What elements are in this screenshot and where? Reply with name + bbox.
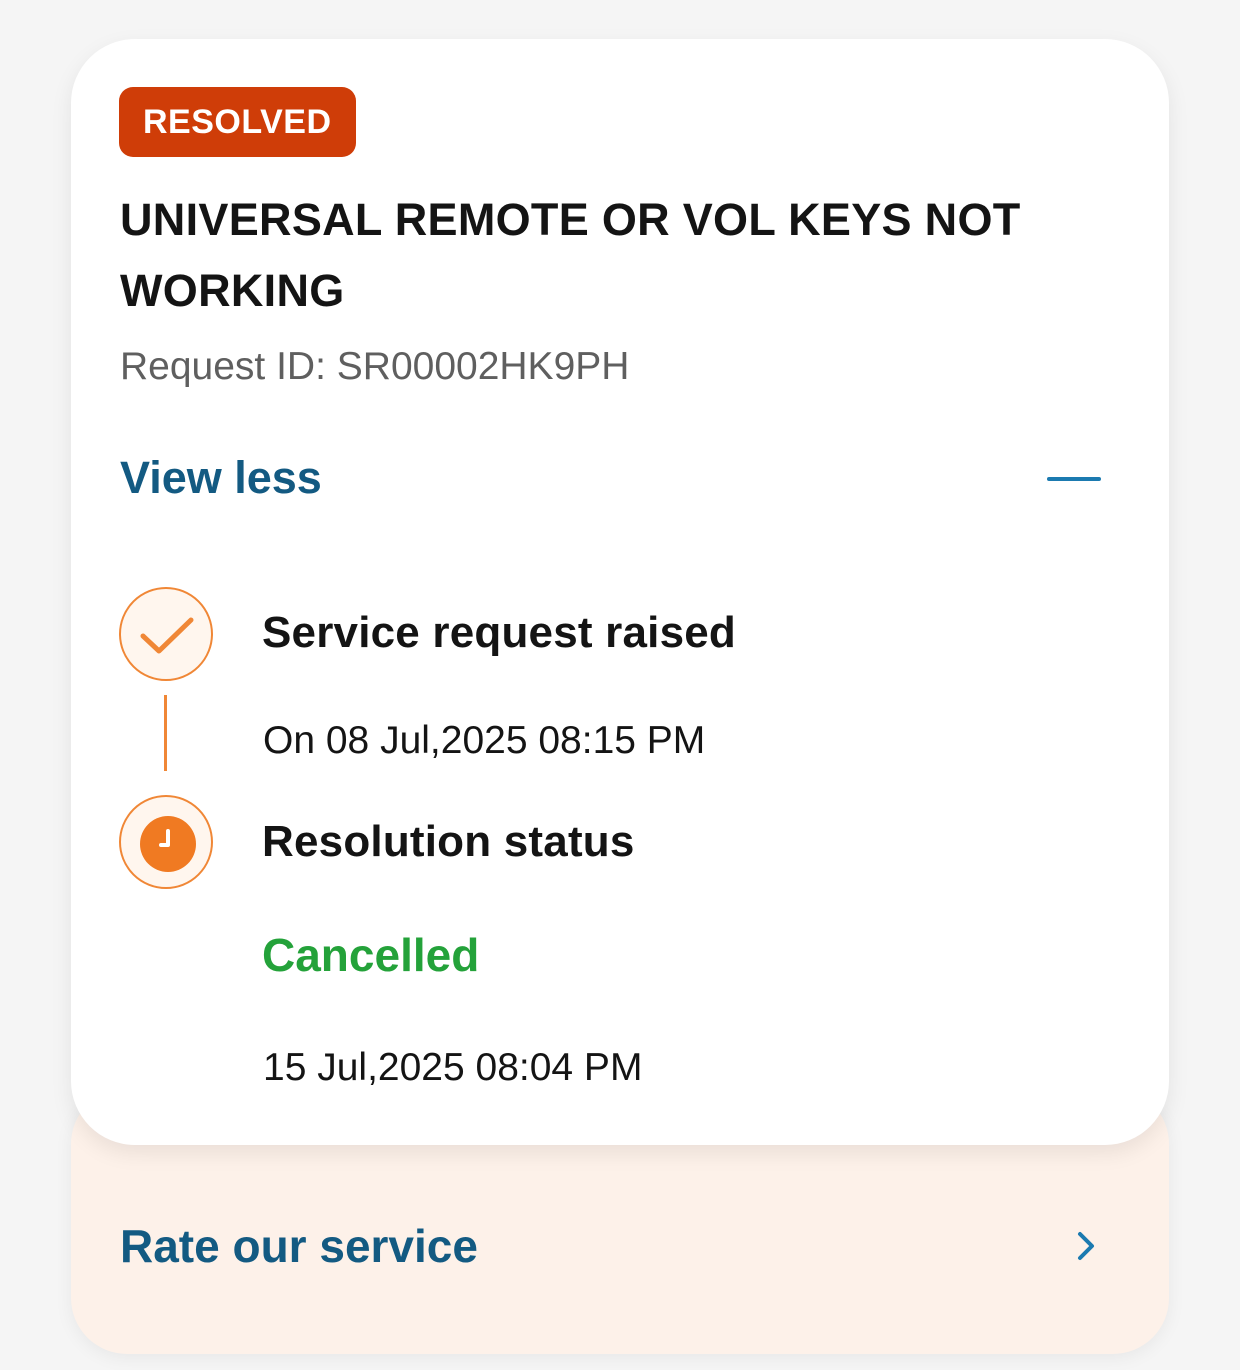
resolution-status-value: Cancelled — [262, 929, 480, 981]
minus-icon[interactable] — [1047, 477, 1101, 481]
timeline-connector — [164, 695, 167, 771]
view-less-link[interactable]: View less — [120, 450, 322, 506]
check-circle-icon — [119, 587, 213, 681]
chevron-right-icon[interactable] — [1068, 1228, 1104, 1264]
issue-title: UNIVERSAL REMOTE OR VOL KEYS NOT WORKING — [120, 194, 1021, 316]
status-badge: RESOLVED — [119, 87, 356, 157]
step-date-request-raised: On 08 Jul,2025 08:15 PM — [263, 719, 706, 762]
clock-icon — [119, 795, 213, 889]
service-request-card: RESOLVED UNIVERSAL REMOTE OR VOL KEYS NO… — [71, 39, 1169, 1145]
step-date-resolution: 15 Jul,2025 08:04 PM — [263, 1046, 643, 1089]
request-id: Request ID: SR00002HK9PH — [120, 345, 630, 388]
rate-service-label: Rate our service — [120, 1220, 478, 1272]
step-title-request-raised: Service request raised — [262, 608, 737, 657]
step-title-resolution-status: Resolution status — [262, 817, 635, 866]
